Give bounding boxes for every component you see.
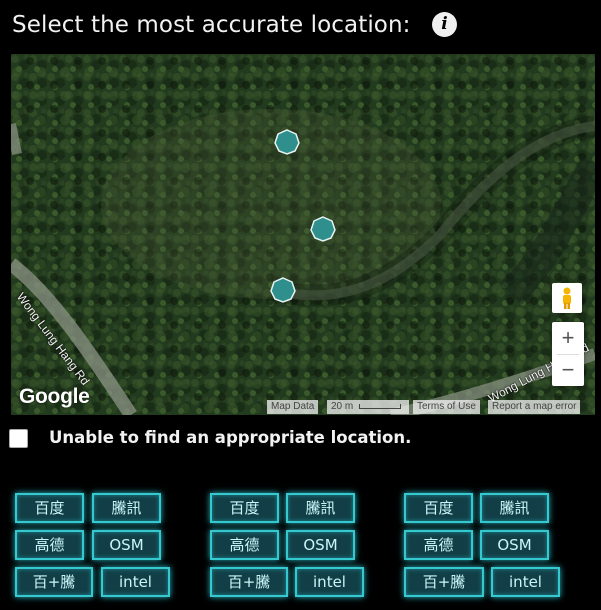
amap-button[interactable]: 高德: [404, 530, 473, 560]
baidu-button[interactable]: 百度: [404, 493, 473, 523]
amap-button[interactable]: 高德: [210, 530, 279, 560]
page-title: Select the most accurate location:: [12, 12, 411, 38]
terms-link[interactable]: Terms of Use: [413, 400, 480, 414]
scale-bar: 20 m: [327, 400, 409, 414]
amap-button[interactable]: 高德: [15, 530, 84, 560]
google-logo: Google: [19, 385, 90, 408]
pegman-icon[interactable]: [552, 283, 582, 313]
baidu-tencent-button[interactable]: 百+騰: [15, 567, 93, 597]
intel-button[interactable]: intel: [295, 567, 364, 597]
baidu-button[interactable]: 百度: [15, 493, 84, 523]
tencent-button[interactable]: 騰訊: [92, 493, 161, 523]
unable-label: Unable to find an appropriate location.: [49, 428, 412, 447]
report-error-link[interactable]: Report a map error: [488, 400, 581, 414]
zoom-control: + −: [552, 322, 584, 386]
scale-label: 20 m: [331, 401, 354, 412]
zoom-out-button[interactable]: −: [552, 354, 584, 386]
intel-button[interactable]: intel: [491, 567, 560, 597]
tencent-button[interactable]: 騰訊: [286, 493, 355, 523]
satellite-imagery: [11, 54, 595, 415]
baidu-tencent-button[interactable]: 百+騰: [404, 567, 484, 597]
unable-checkbox[interactable]: [9, 429, 28, 448]
osm-button[interactable]: OSM: [480, 530, 549, 560]
zoom-in-button[interactable]: +: [552, 322, 584, 354]
map-data-link[interactable]: Map Data: [267, 400, 319, 414]
location-marker[interactable]: [310, 216, 336, 242]
baidu-tencent-button[interactable]: 百+騰: [210, 567, 288, 597]
osm-button[interactable]: OSM: [286, 530, 355, 560]
baidu-button[interactable]: 百度: [210, 493, 279, 523]
intel-button[interactable]: intel: [101, 567, 170, 597]
location-marker[interactable]: [274, 129, 300, 155]
info-icon[interactable]: i: [432, 12, 457, 37]
location-marker[interactable]: [270, 277, 296, 303]
scale-line: [359, 403, 402, 409]
map-view[interactable]: Wong Lung Hang Rd Wong Lung Hang Rd Goog…: [11, 54, 595, 415]
tencent-button[interactable]: 騰訊: [480, 493, 549, 523]
osm-button[interactable]: OSM: [92, 530, 161, 560]
